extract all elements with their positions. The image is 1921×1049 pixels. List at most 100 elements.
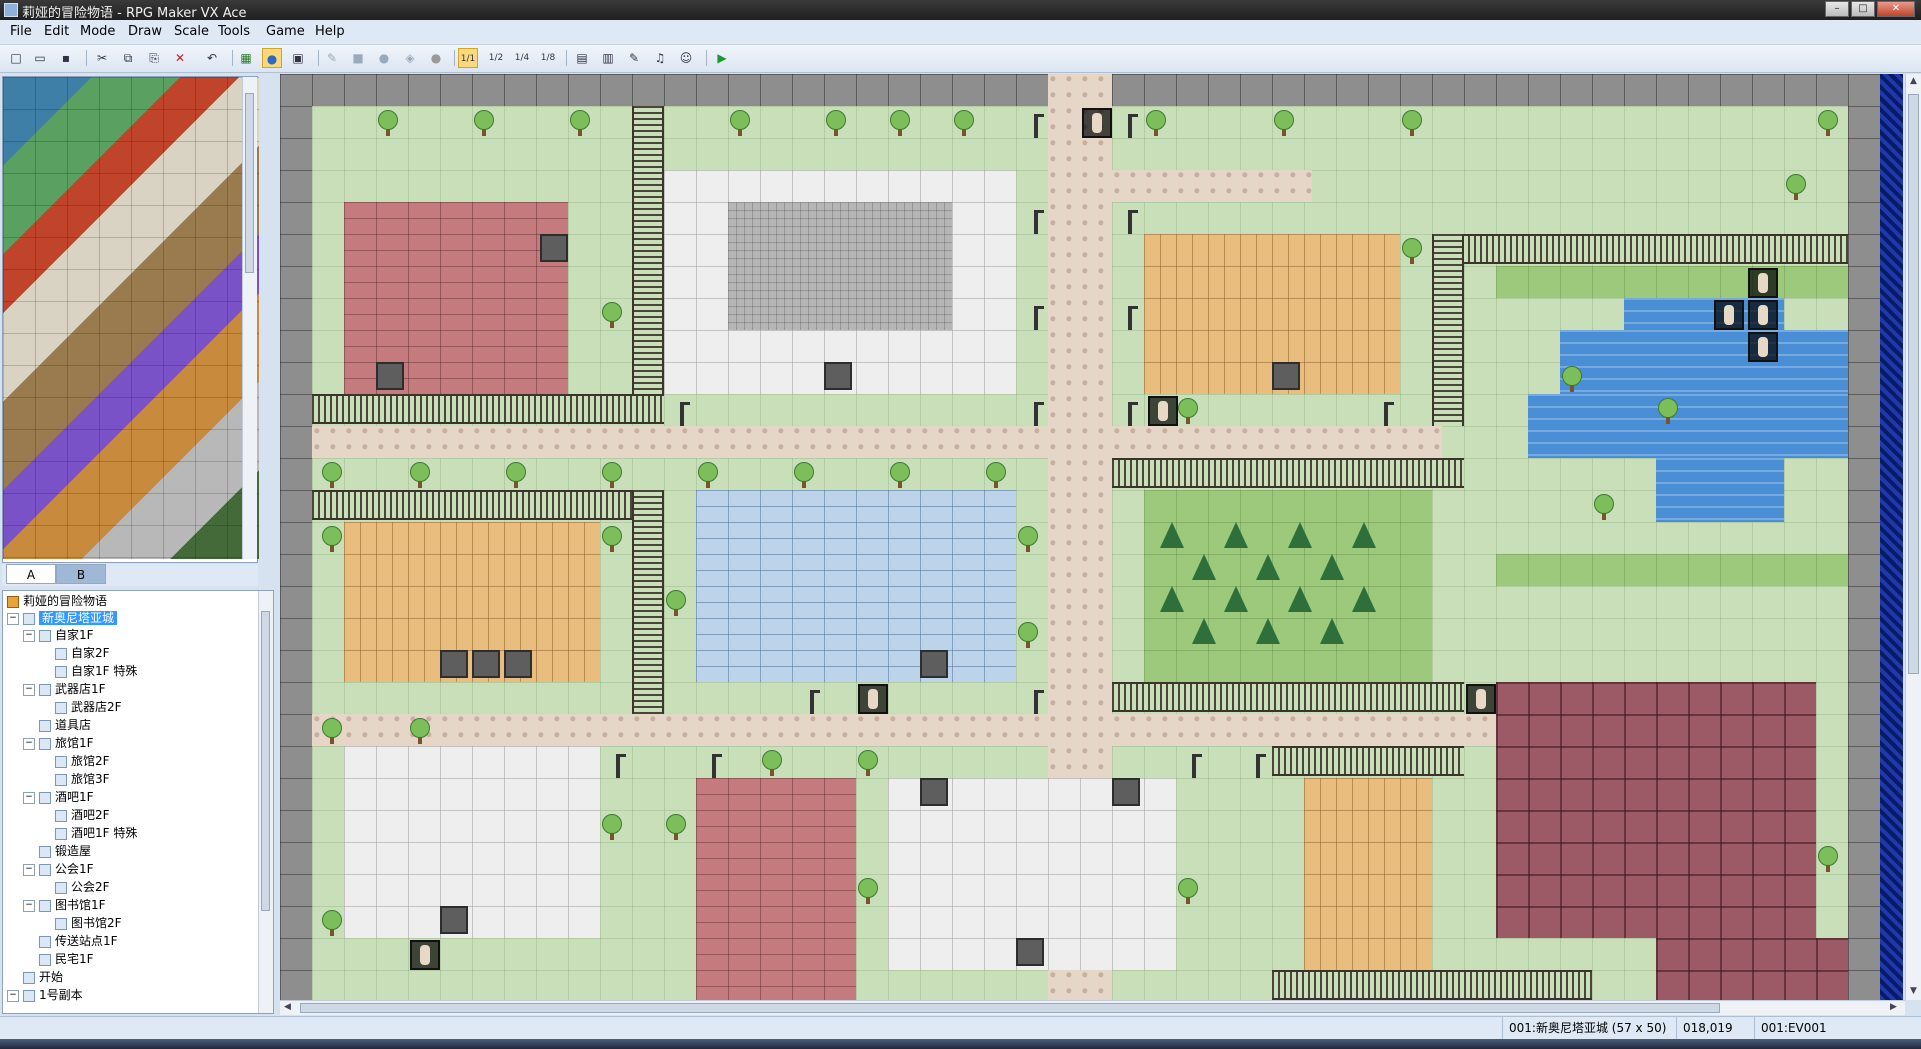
menu-game[interactable]: Game: [266, 24, 305, 39]
tree-item-map[interactable]: 图书馆2F: [55, 915, 122, 932]
menu-draw[interactable]: Draw: [128, 24, 162, 39]
map-event[interactable]: [410, 940, 440, 970]
new-project-icon[interactable]: □: [6, 48, 26, 68]
menu-tools[interactable]: Tools: [218, 24, 250, 39]
map-event[interactable]: [1148, 396, 1178, 426]
collapse-icon[interactable]: −: [23, 863, 35, 876]
collapse-icon[interactable]: −: [23, 737, 35, 750]
close-button[interactable]: ✕: [1877, 1, 1915, 17]
tree-item-map[interactable]: 民宅1F: [39, 951, 94, 968]
region-mode-icon[interactable]: ▣: [288, 48, 308, 68]
collapse-icon[interactable]: −: [23, 683, 35, 696]
tree-item-map[interactable]: − 新奥尼塔亚城: [7, 610, 118, 627]
menu-edit[interactable]: Edit: [44, 24, 69, 39]
tree-item-map[interactable]: 自家1F 特殊: [55, 663, 137, 680]
map-event[interactable]: [858, 684, 888, 714]
pencil-icon[interactable]: ✎: [322, 48, 342, 68]
map-fence: [632, 490, 664, 714]
database-icon[interactable]: ▤: [572, 48, 592, 68]
scale-1-8-icon[interactable]: 1/8: [538, 48, 558, 68]
map-vertical-scroll-thumb[interactable]: [1908, 94, 1919, 674]
map-lamp: [1128, 306, 1138, 330]
menu-help[interactable]: Help: [315, 24, 345, 39]
maximize-button[interactable]: □: [1851, 1, 1875, 17]
menu-scale[interactable]: Scale: [174, 24, 209, 39]
sound-test-icon[interactable]: ♫: [650, 48, 670, 68]
tree-item-map[interactable]: 开始: [23, 969, 63, 986]
scroll-right-icon[interactable]: ▶: [1890, 1002, 1897, 1012]
scale-1-2-icon[interactable]: 1/2: [486, 48, 506, 68]
tileset-scroll-thumb[interactable]: [245, 93, 254, 273]
map-icon: [55, 773, 67, 786]
tileset-palette[interactable]: [2, 76, 259, 563]
collapse-icon[interactable]: −: [7, 989, 19, 1002]
tree-item-map[interactable]: − 自家1F: [23, 627, 94, 644]
shadow-pen-icon[interactable]: ●: [426, 48, 446, 68]
tree-item-map[interactable]: −1号副本: [7, 987, 83, 1004]
ellipse-icon[interactable]: ●: [374, 48, 394, 68]
tree-item-map[interactable]: 公会2F: [55, 879, 110, 896]
tree-item-map[interactable]: − 公会1F: [23, 861, 94, 878]
tree-item-map[interactable]: 旅馆2F: [55, 753, 110, 770]
map-canvas[interactable]: [280, 74, 1903, 1000]
minimize-button[interactable]: –: [1825, 1, 1849, 17]
delete-icon[interactable]: ✕: [170, 48, 190, 68]
tileset-scrollbar[interactable]: [242, 77, 257, 559]
tree-item-map[interactable]: 旅馆3F: [55, 771, 110, 788]
character-generator-icon[interactable]: ☺: [676, 48, 696, 68]
event-mode-icon[interactable]: ●: [262, 48, 282, 68]
map-event[interactable]: [1466, 684, 1496, 714]
resource-manager-icon[interactable]: ▥: [598, 48, 618, 68]
tree-item-map[interactable]: − 武器店1F: [23, 681, 106, 698]
scroll-left-icon[interactable]: ◀: [284, 1002, 291, 1012]
collapse-icon[interactable]: −: [23, 899, 35, 912]
scale-1-1-icon[interactable]: 1/1: [458, 48, 478, 68]
toolbar: □ ▭ ▪ ✂ ⧉ ⎘ ✕ ↶ ▦ ● ▣ ✎ ■ ● ◈ ● 1/1 1/2 …: [0, 45, 1921, 73]
map-event[interactable]: [1748, 268, 1778, 298]
copy-icon[interactable]: ⧉: [118, 48, 138, 68]
scale-1-4-icon[interactable]: 1/4: [512, 48, 532, 68]
scroll-up-icon[interactable]: ▲: [1910, 76, 1917, 86]
map-tree-scroll-thumb[interactable]: [261, 611, 270, 911]
map-event[interactable]: [1714, 300, 1744, 330]
tree-item-map[interactable]: 酒吧1F 特殊: [55, 825, 137, 842]
script-editor-icon[interactable]: ✎: [624, 48, 644, 68]
tab-b[interactable]: B: [56, 564, 106, 584]
tree-item-root[interactable]: 莉娅的冒险物语: [7, 593, 107, 610]
menu-mode[interactable]: Mode: [80, 24, 115, 39]
save-project-icon[interactable]: ▪: [56, 48, 76, 68]
scroll-down-icon[interactable]: ▼: [1910, 986, 1917, 996]
map-tree-scrollbar[interactable]: [258, 591, 273, 1013]
tree-item-map[interactable]: 锻造屋: [39, 843, 91, 860]
paste-icon[interactable]: ⎘: [144, 48, 164, 68]
map-event[interactable]: [1748, 332, 1778, 362]
tileset-grid[interactable]: [3, 77, 259, 559]
map-event[interactable]: [1748, 300, 1778, 330]
map-horizontal-scroll-thumb[interactable]: [300, 1003, 1720, 1013]
collapse-icon[interactable]: −: [7, 612, 19, 625]
tree-item-map[interactable]: − 图书馆1F: [23, 897, 106, 914]
map-event[interactable]: [1082, 108, 1112, 138]
cut-icon[interactable]: ✂: [92, 48, 112, 68]
map-vertical-scrollbar[interactable]: ▲ ▼: [1905, 74, 1921, 1000]
playtest-icon[interactable]: ▶: [712, 48, 732, 68]
rectangle-icon[interactable]: ■: [348, 48, 368, 68]
tree-item-map[interactable]: 酒吧2F: [55, 807, 110, 824]
collapse-icon[interactable]: −: [23, 629, 35, 642]
tree-item-map[interactable]: − 酒吧1F: [23, 789, 94, 806]
tree-item-map[interactable]: 传送站点1F: [39, 933, 118, 950]
map-tree: 莉娅的冒险物语 − 新奥尼塔亚城 − 自家1F 自家2F 自家1F 特殊 − 武器店1…: [2, 590, 274, 1014]
flood-fill-icon[interactable]: ◈: [400, 48, 420, 68]
tree-item-map[interactable]: 道具店: [39, 717, 91, 734]
tab-a[interactable]: A: [6, 564, 56, 584]
map-mode-icon[interactable]: ▦: [236, 48, 256, 68]
tree-item-map[interactable]: 武器店2F: [55, 699, 122, 716]
open-project-icon[interactable]: ▭: [30, 48, 50, 68]
collapse-icon[interactable]: −: [23, 791, 35, 804]
tree-item-map[interactable]: − 旅馆1F: [23, 735, 94, 752]
menu-file[interactable]: File: [10, 24, 32, 39]
undo-icon[interactable]: ↶: [202, 48, 222, 68]
tree-item-map[interactable]: 自家2F: [55, 645, 110, 662]
map-tree: [888, 462, 912, 488]
map-horizontal-scrollbar[interactable]: ◀ ▶: [280, 1000, 1905, 1015]
